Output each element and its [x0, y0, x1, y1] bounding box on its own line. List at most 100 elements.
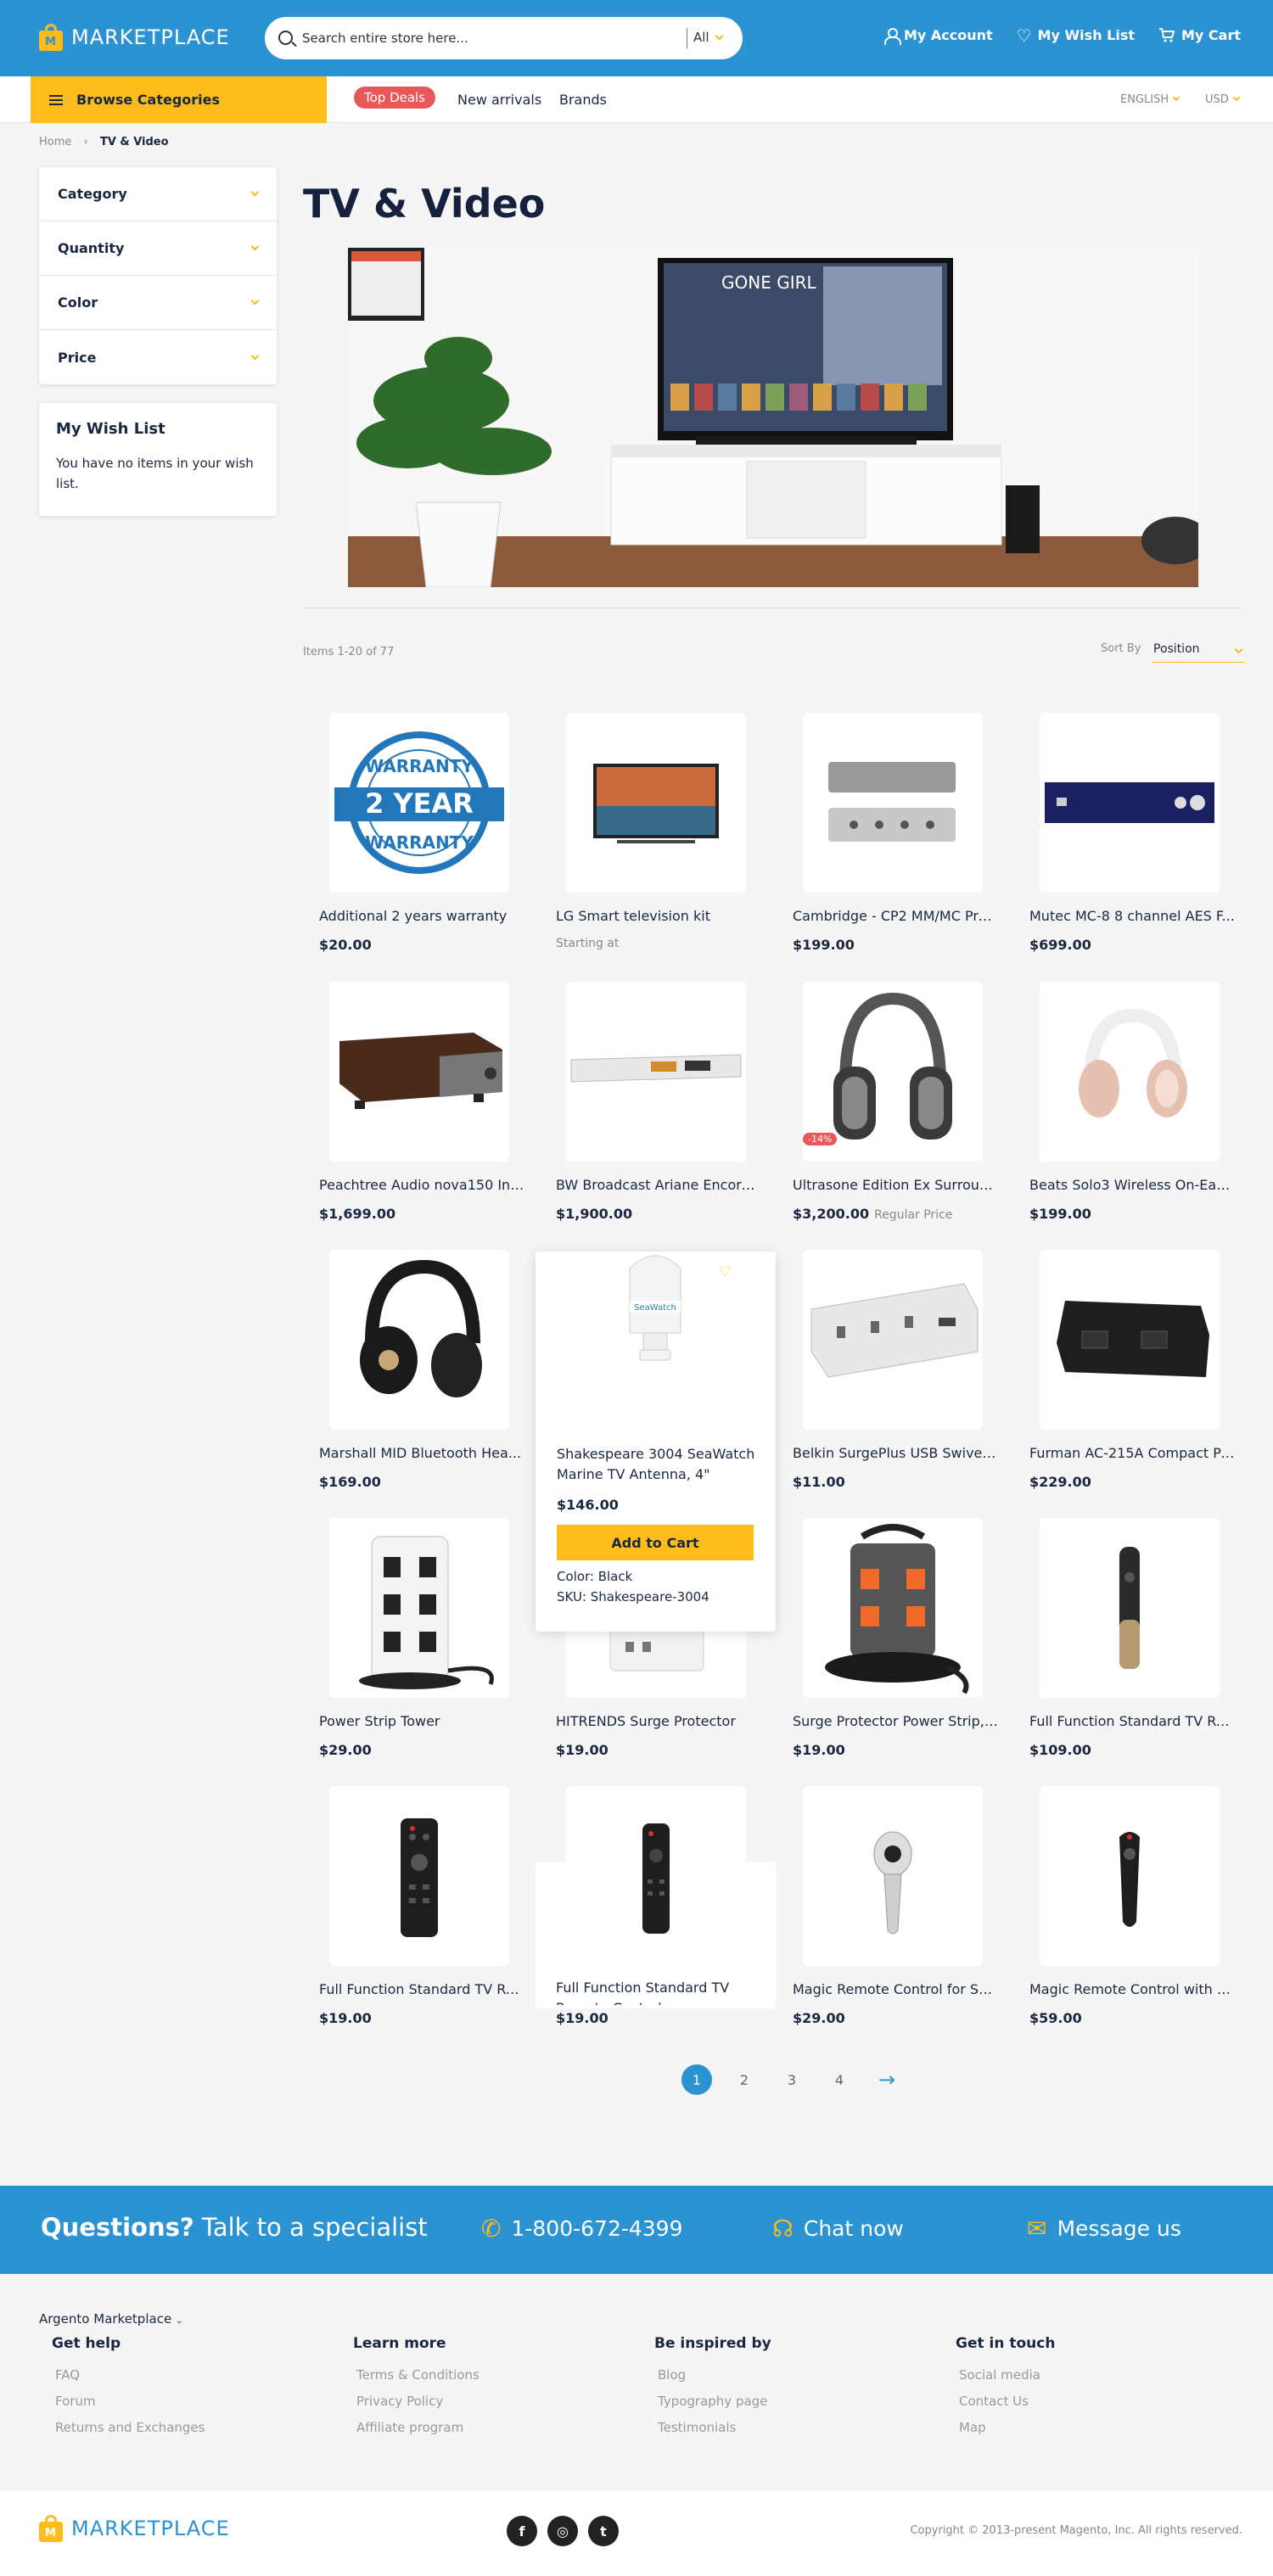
product-name[interactable]: Power Strip Tower — [319, 1713, 524, 1729]
product-price: $11.00 — [793, 1474, 845, 1490]
product-name[interactable]: Cambridge - CP2 MM/MC Pre... — [793, 908, 998, 924]
footer-logo[interactable]: M MARKETPLACE — [39, 2515, 230, 2542]
footer-link[interactable]: Social media — [959, 2367, 1055, 2383]
footer-link[interactable]: Typography page — [658, 2394, 771, 2409]
product-name[interactable]: Additional 2 years warranty — [319, 908, 524, 924]
svg-text:2 YEAR: 2 YEAR — [365, 787, 474, 820]
category-banner: GONE GIRL — [348, 248, 1209, 588]
product-name[interactable]: Beats Solo3 Wireless On-Ear ... — [1029, 1177, 1235, 1193]
sort-by-select[interactable]: Position — [1152, 639, 1245, 663]
product-image[interactable] — [1040, 713, 1220, 893]
page-4[interactable]: 4 — [824, 2064, 855, 2095]
product-image[interactable] — [566, 713, 746, 893]
add-to-cart-button[interactable]: Add to Cart — [557, 1525, 754, 1560]
language-switcher[interactable]: ENGLISH — [1120, 93, 1180, 106]
footer-link[interactable]: Privacy Policy — [356, 2394, 479, 2409]
brands-link[interactable]: Brands — [559, 92, 607, 108]
filter-quantity[interactable]: Quantity — [39, 221, 277, 276]
footer-link[interactable]: Map — [959, 2420, 1055, 2435]
product-name[interactable]: Shakespeare 3004 SeaWatch Marine TV Ante… — [557, 1444, 760, 1485]
product-image[interactable] — [1040, 1786, 1220, 1966]
product-name[interactable]: LG Smart television kit — [556, 908, 761, 924]
footer-link[interactable]: FAQ — [55, 2367, 205, 2383]
product-name[interactable]: Surge Protector Power Strip, ... — [793, 1713, 998, 1729]
store-switcher[interactable]: Argento Marketplace ⌄ — [39, 2311, 182, 2327]
instagram-icon[interactable]: ◎ — [547, 2516, 578, 2546]
facebook-icon[interactable]: f — [507, 2516, 537, 2546]
product-image[interactable] — [803, 1786, 983, 1966]
product-image[interactable] — [566, 1786, 746, 1966]
footer-column-inspired: Be inspired by Blog Typography page Test… — [654, 2335, 771, 2446]
regular-price-label: Regular Price — [874, 1208, 953, 1222]
page-2[interactable]: 2 — [729, 2064, 760, 2095]
twitter-icon[interactable]: t — [588, 2516, 619, 2546]
product-name[interactable]: Marshall MID Bluetooth Hea... — [319, 1445, 524, 1461]
product-name[interactable]: Furman AC-215A Compact Po... — [1029, 1445, 1235, 1461]
footer-link[interactable]: Terms & Conditions — [356, 2367, 479, 2383]
chat-link[interactable]: ☊ Chat now — [772, 2215, 904, 2243]
amplifier-icon — [339, 1033, 502, 1109]
footer-link[interactable]: Forum — [55, 2394, 205, 2409]
footer-link[interactable]: Contact Us — [959, 2394, 1055, 2409]
breadcrumb-current: TV & Video — [99, 136, 169, 148]
product-image[interactable] — [329, 982, 509, 1162]
store-logo[interactable]: M MARKETPLACE — [39, 24, 230, 51]
footer-link[interactable]: Testimonials — [658, 2420, 771, 2435]
filter-price[interactable]: Price — [39, 330, 277, 384]
footer-link[interactable]: Affiliate program — [356, 2420, 479, 2435]
product-image[interactable] — [1040, 982, 1220, 1162]
search-icon[interactable] — [278, 31, 293, 45]
product-price: $19.00 — [556, 2010, 608, 2026]
my-cart-link[interactable]: My Cart — [1158, 27, 1241, 43]
product-name[interactable]: BW Broadcast Ariane Encore ... — [556, 1177, 761, 1193]
filter-color[interactable]: Color — [39, 276, 277, 330]
product-name[interactable]: Full Function Standard TV Re... — [1029, 1713, 1235, 1729]
sort-by-label: Sort By — [1101, 642, 1141, 655]
my-wishlist-link[interactable]: ♡ My Wish List — [1017, 27, 1135, 44]
footer-link[interactable]: Returns and Exchanges — [55, 2420, 205, 2435]
product-card-hovered[interactable]: SeaWatch ♡ Shakespeare 3004 SeaWatch Mar… — [536, 1252, 776, 1632]
add-to-wishlist-icon[interactable]: ♡ — [719, 1263, 737, 1282]
product-image[interactable] — [803, 1518, 983, 1698]
product-name[interactable]: Mutec MC-8 8 channel AES F... — [1029, 908, 1235, 924]
contact-question: Questions? Talk to a specialist — [41, 2213, 428, 2242]
product-image[interactable] — [329, 1250, 509, 1430]
product-name[interactable]: Full Function Standard TV Re... — [319, 1981, 524, 1997]
product-image[interactable] — [329, 1518, 509, 1698]
product-image[interactable] — [1040, 1518, 1220, 1698]
product-name[interactable]: HITRENDS Surge Protector — [556, 1713, 761, 1729]
top-deals-link[interactable]: Top Deals — [354, 87, 436, 109]
product-image[interactable] — [566, 982, 746, 1162]
product-image[interactable] — [1040, 1250, 1220, 1430]
product-image[interactable]: 2 YEAR WARRANTY WARRANTY — [329, 713, 509, 893]
product-name[interactable]: Ultrasone Edition Ex Surroun... — [793, 1177, 998, 1193]
user-icon — [883, 27, 901, 45]
product-image[interactable] — [803, 1250, 983, 1430]
breadcrumb-home[interactable]: Home — [39, 136, 71, 148]
product-name[interactable]: Peachtree Audio nova150 Int... — [319, 1177, 524, 1193]
footer-link[interactable]: Blog — [658, 2367, 771, 2383]
product-name[interactable]: Magic Remote Control for SE... — [793, 1981, 998, 1997]
message-link[interactable]: ✉ Message us — [1027, 2215, 1181, 2243]
tv-icon — [593, 764, 719, 843]
product-name[interactable]: Magic Remote Control with V... — [1029, 1981, 1235, 1997]
remote-icon — [642, 1823, 670, 1934]
page-1[interactable]: 1 — [681, 2064, 712, 2095]
product-image[interactable] — [329, 1786, 509, 1966]
product-name[interactable]: Full Function Standard TV Remote Control — [556, 1978, 761, 2005]
search-input[interactable] — [302, 27, 608, 49]
logo-text: MARKETPLACE — [71, 25, 230, 49]
currency-switcher[interactable]: USD — [1205, 93, 1241, 106]
search-scope-select[interactable]: All — [693, 30, 724, 45]
page-3[interactable]: 3 — [777, 2064, 807, 2095]
rack-unit-icon — [1045, 782, 1214, 823]
new-arrivals-link[interactable]: New arrivals — [457, 92, 541, 108]
next-page-arrow-icon[interactable]: → — [872, 2064, 902, 2095]
my-account-link[interactable]: My Account — [883, 27, 993, 45]
product-image[interactable] — [803, 713, 983, 893]
product-name[interactable]: Belkin SurgePlus USB Swivel ... — [793, 1445, 998, 1461]
filter-category[interactable]: Category — [39, 167, 277, 221]
phone-link[interactable]: ✆ 1-800-672-4399 — [481, 2215, 683, 2243]
browse-categories-button[interactable]: Browse Categories — [31, 76, 327, 123]
power-tower-icon — [359, 1536, 494, 1689]
